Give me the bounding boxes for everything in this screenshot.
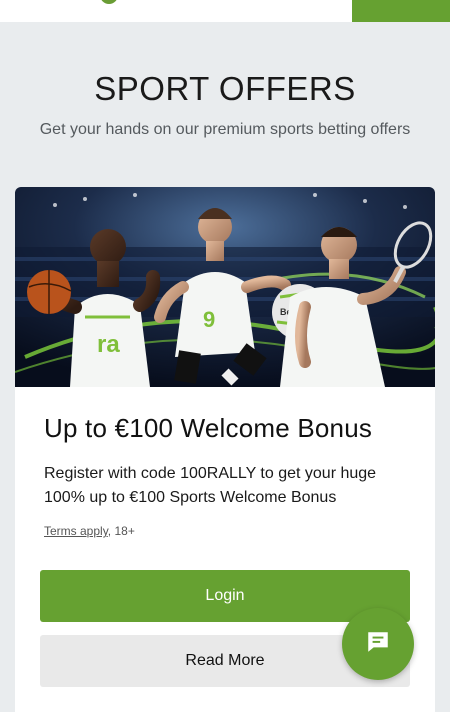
offer-description: Register with code 100RALLY to get your … — [44, 465, 377, 506]
logo-icon[interactable] — [100, 0, 118, 4]
page-subtitle: Get your hands on our premium sports bet… — [39, 121, 411, 138]
top-header — [0, 0, 450, 22]
login-button[interactable]: Login — [40, 570, 410, 622]
svg-text:ra: ra — [97, 331, 120, 358]
offer-title: Up to €100 Welcome Bonus — [44, 413, 373, 443]
page: SPORT OFFERS Get your hands on our premi… — [0, 0, 450, 712]
jersey-number: 9 — [203, 307, 215, 332]
chat-button[interactable] — [342, 608, 414, 680]
terms-line: Terms apply, 18+ — [44, 524, 135, 538]
age-restriction: , 18+ — [107, 524, 135, 538]
terms-link[interactable]: Terms apply — [44, 524, 108, 538]
page-title: SPORT OFFERS — [94, 70, 356, 107]
chat-bubble-icon — [365, 629, 391, 660]
header-action-tab[interactable] — [352, 0, 450, 22]
offer-image: ra 9 — [15, 187, 435, 387]
